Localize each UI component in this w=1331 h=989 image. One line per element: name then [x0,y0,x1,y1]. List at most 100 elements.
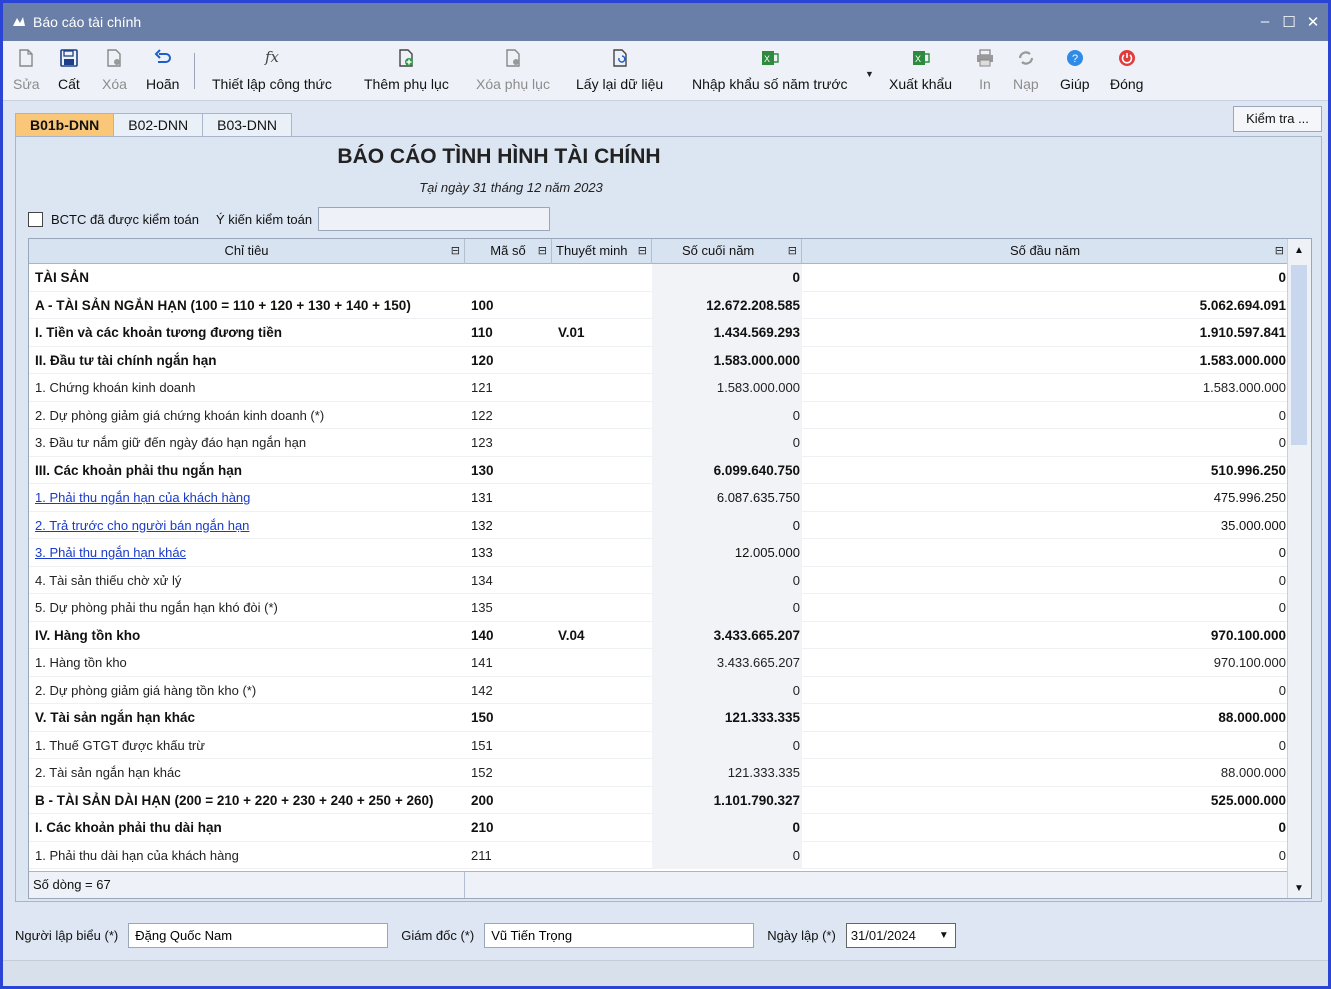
cell-year-end: 0 [652,511,802,539]
add-appendix-button[interactable]: Thêm phụ lục [364,45,449,99]
maximize-icon[interactable]: ☐ [1280,13,1298,31]
audit-opinion-input[interactable] [318,207,551,231]
cell-year-start: 0 [1278,270,1286,285]
pin-icon[interactable]: ⊟ [638,239,647,263]
pin-icon[interactable]: ⊟ [1275,239,1284,263]
audited-checkbox[interactable] [28,211,43,227]
table-row[interactable]: III. Các khoản phải thu ngắn hạn 130 6.099… [29,456,1288,485]
vertical-scrollbar[interactable]: ▲ ▼ [1287,239,1311,898]
cell-year-end: 121.333.335 [652,759,802,787]
edit-button[interactable]: Sửa [13,45,40,99]
pin-icon[interactable]: ⊟ [451,239,460,263]
delete-appendix-button[interactable]: Xóa phụ lục [476,45,550,99]
reload-data-button[interactable]: Lấy lại dữ liệu [576,45,663,99]
cell-note [552,457,652,485]
cell-year-end: 0 [652,594,802,622]
delete-appendix-icon [506,49,520,67]
cell-year-start: 0 [1278,407,1286,423]
cell-code: 210 [471,820,494,835]
table-row[interactable]: 5. Dự phòng phải thu ngắn hạn khó đòi (*… [29,594,1288,622]
header-name[interactable]: Chỉ tiêu ⊟ [29,239,465,264]
pin-icon[interactable]: ⊟ [538,239,547,263]
balance-sheet-grid: Chỉ tiêu ⊟ Mã số ⊟ Thuyết minh ⊟ Số cuối nă… [28,238,1312,899]
excel-export-icon: X [912,51,930,65]
table-row[interactable]: A - TÀI SẢN NGẮN HẠN (100 = 110 + 120 + … [29,291,1288,319]
table-row[interactable]: I. Tiền và các khoản tương đương tiền 110… [29,319,1288,347]
scroll-down-icon[interactable]: ▼ [1294,883,1304,894]
table-row[interactable]: 1. Phải thu dài hạn của khách hàng 211 0 0 [29,841,1288,869]
table-row[interactable]: 1. Phải thu ngắn hạn của khách hàng 131 6.… [29,484,1288,512]
table-row[interactable]: B - TÀI SẢN DÀI HẠN (200 = 210 + 220 + 2… [29,786,1288,814]
table-row[interactable]: I. Các khoản phải thu dài hạn 210 0 0 [29,814,1288,842]
cell-code: 140 [471,627,494,643]
report-window: Báo cáo tài chính – ☐ ✕ Sửa Cất Xóa Hoãn… [0,0,1331,989]
printer-icon [977,49,993,67]
preparer-input[interactable] [128,923,389,948]
formula-button[interactable]: fx Thiết lập công thức [212,45,332,99]
pin-icon[interactable]: ⊟ [788,239,797,263]
cell-note: V.01 [558,325,585,340]
cell-name[interactable]: 2. Trả trước cho người bán ngắn hạn [29,512,465,540]
header-code[interactable]: Mã số ⊟ [465,239,552,264]
print-button[interactable]: In [975,45,995,99]
cell-year-start: 0 [1278,682,1286,698]
cell-year-end: 0 [652,429,802,457]
table-row[interactable]: TÀI SẢN 0 0 [29,264,1288,292]
close-button[interactable]: Đóng [1110,45,1143,99]
cell-year-end: 1.583.000.000 [652,374,802,402]
grid-footer: Số dòng = 67 [29,871,1288,898]
table-row[interactable]: 1. Hàng tồn kho 141 3.433.665.207 970.100.0… [29,649,1288,677]
table-row[interactable]: II. Đầu tư tài chính ngắn hạn 120 1.583.00… [29,346,1288,374]
cell-note [552,594,652,622]
import-dropdown-icon[interactable]: ▼ [865,69,874,79]
cell-name[interactable]: 1. Phải thu ngắn hạn của khách hàng [29,484,465,512]
cell-name: IV. Hàng tồn kho [35,627,141,643]
table-row[interactable]: 2. Dự phòng giảm giá hàng tồn kho (*) 142… [29,676,1288,705]
save-button[interactable]: Cất [58,45,80,99]
undo-button[interactable]: Hoãn [146,45,179,99]
table-row[interactable]: 3. Đầu tư nắm giữ đến ngày đáo hạn ngắn … [29,429,1288,457]
tab-b02-dnn[interactable]: B02-DNN [113,113,204,137]
help-button[interactable]: ? Giúp [1060,45,1090,99]
table-row[interactable]: V. Tài sản ngắn hạn khác 150 121.333.335 88… [29,704,1288,732]
delete-button[interactable]: Xóa [102,45,127,99]
table-row[interactable]: 4. Tài sản thiếu chờ xử lý 134 0 0 [29,566,1288,594]
cell-name: 1. Thuế GTGT được khấu trừ [35,737,205,753]
header-note[interactable]: Thuyết minh ⊟ [552,239,652,264]
tab-b03-dnn[interactable]: B03-DNN [202,113,293,137]
calendar-dropdown-icon[interactable]: ▼ [939,930,949,941]
table-row[interactable]: 2. Dự phòng giảm giá chứng khoán kinh do… [29,401,1288,429]
export-button[interactable]: X Xuất khẩu [889,45,952,99]
scroll-up-icon[interactable]: ▲ [1294,245,1304,256]
table-row[interactable]: 1. Thuế GTGT được khấu trừ 151 0 0 [29,731,1288,759]
power-icon [1118,50,1135,66]
director-input[interactable] [484,923,755,948]
cell-code [465,264,552,292]
cell-code: 110 [471,325,493,340]
load-button[interactable]: Nạp [1013,45,1039,99]
cell-year-start: 88.000.000 [1220,765,1286,780]
date-picker[interactable]: 31/01/2024 ▼ [845,923,956,948]
table-row[interactable]: 1. Chứng khoán kinh doanh 121 1.583.000.00… [29,374,1288,402]
cell-code: 122 [471,407,493,423]
cell-name: I. Tiền và các khoản tương đương tiền [35,325,283,340]
import-previous-year-button[interactable]: X Nhập khẩu số năm trước [692,45,848,99]
tab-b01b-dnn[interactable]: B01b-DNN [15,113,115,137]
cell-name[interactable]: 3. Phải thu ngắn hạn khác [29,539,465,567]
scroll-thumb[interactable] [1291,265,1307,445]
table-row[interactable]: 2. Tài sản ngắn hạn khác 152 121.333.335 88… [29,759,1288,787]
cell-code: 142 [471,682,493,698]
table-row[interactable]: IV. Hàng tồn kho 140 V.04 3.433.665.207 970.… [29,621,1288,649]
check-button[interactable]: Kiểm tra ... [1233,106,1322,132]
cell-year-start: 5.062.694.091 [1199,297,1286,313]
cell-year-end: 1.434.569.293 [652,319,802,347]
svg-text:X: X [764,54,770,64]
cell-note [552,677,652,705]
table-row[interactable]: 2. Trả trước cho người bán ngắn hạn 132 0 3… [29,511,1288,540]
grid-header: Chỉ tiêu ⊟ Mã số ⊟ Thuyết minh ⊟ Số cuối nă… [29,239,1288,264]
close-window-icon[interactable]: ✕ [1304,13,1322,31]
header-year-start[interactable]: Số đầu năm ⊟ [802,239,1288,264]
header-year-end[interactable]: Số cuối năm ⊟ [652,239,802,264]
minimize-icon[interactable]: – [1256,13,1274,31]
table-row[interactable]: 3. Phải thu ngắn hạn khác 133 12.005.000 0 [29,539,1288,567]
